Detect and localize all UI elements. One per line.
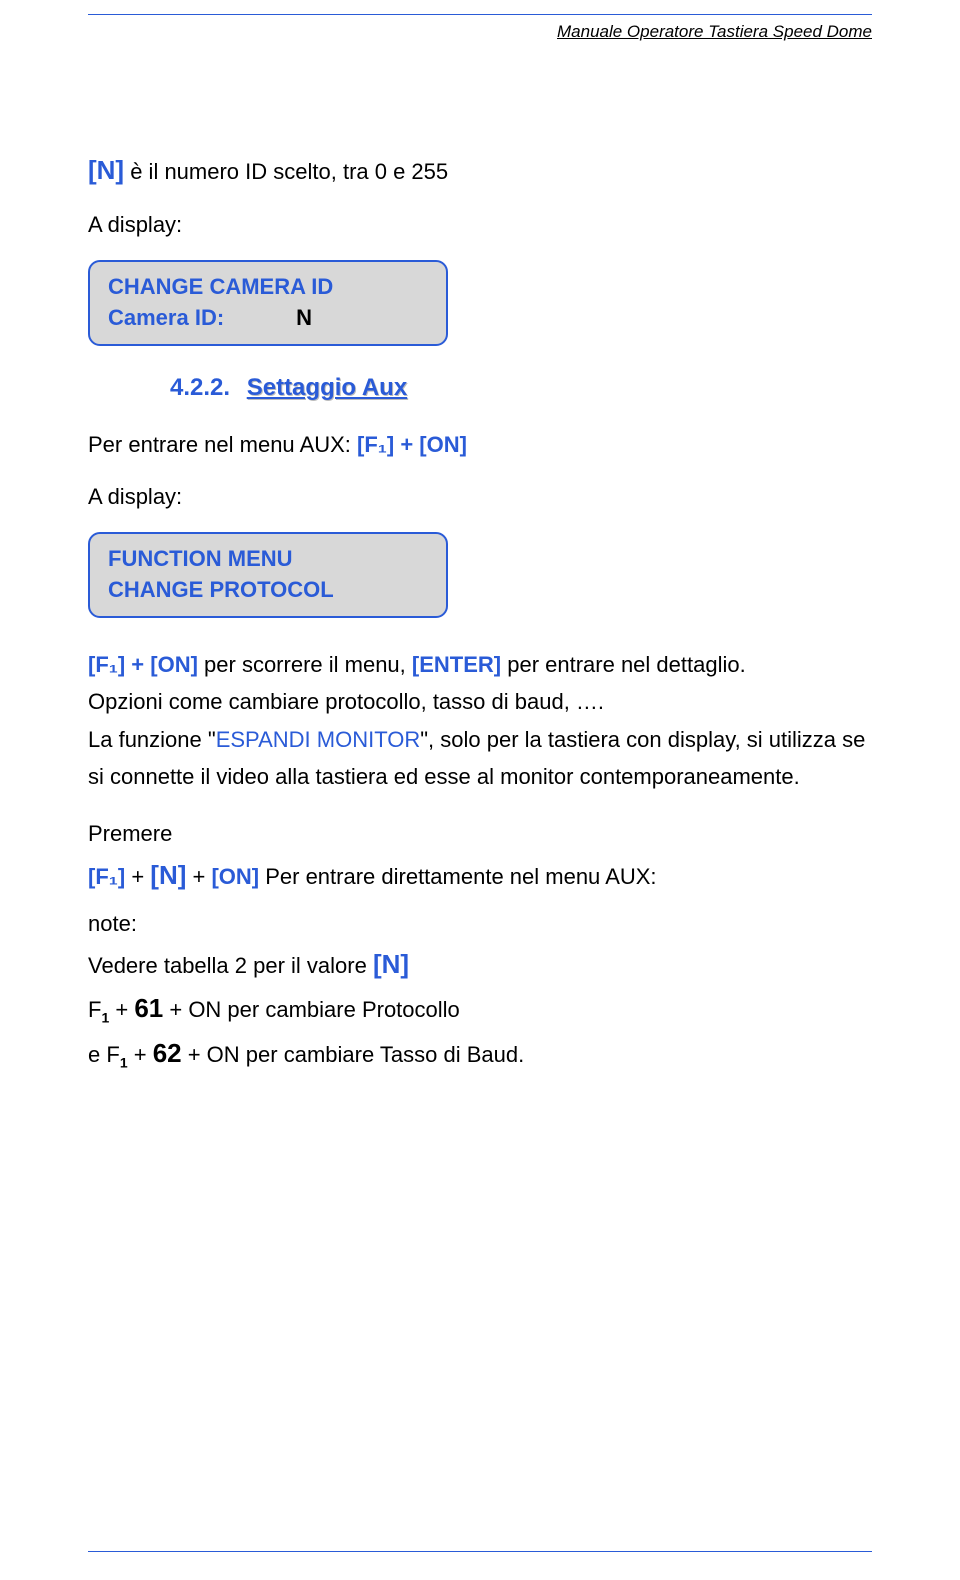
box1-label: Camera ID: (108, 305, 224, 330)
after-box-text: [F₁] + [ON] per scorrere il menu, [ENTER… (88, 646, 872, 796)
premere-heading: Premere (88, 815, 872, 852)
aux-pre: Per entrare nel menu AUX: (88, 432, 357, 457)
cmd-enter: [ENTER] (412, 652, 501, 677)
box2-line2: CHANGE PROTOCOL (108, 575, 428, 606)
p-l3num: 61 (134, 993, 163, 1023)
cmd-f1on: [F₁] + [ON] (88, 652, 198, 677)
p-l3a: F (88, 997, 101, 1022)
ab1-rest: per scorrere il menu, (198, 652, 412, 677)
document-page: Manuale Operatore Tastiera Speed Dome [N… (0, 0, 960, 1580)
ab3-a: La funzione " (88, 727, 216, 752)
premere-note: note: (88, 905, 872, 942)
n-token: [N] (88, 155, 124, 185)
ab1-rest2: per entrare nel dettaglio. (501, 652, 746, 677)
p-l4rest: + ON per cambiare Tasso di Baud. (182, 1042, 525, 1067)
ab-line3: La funzione "ESPANDI MONITOR", solo per … (88, 721, 872, 796)
p-l1-rest: Per entrare direttamente nel menu AUX: (259, 864, 656, 889)
premere-l1: [F₁] + [N] + [ON] Per entrare direttamen… (88, 853, 872, 897)
premere-l4: e F1 + 62 + ON per cambiare Tasso di Bau… (88, 1031, 872, 1075)
footer-rule (88, 1551, 872, 1552)
p-plus2: + (186, 864, 211, 889)
section-heading: 4.2.2. Settaggio Aux (170, 374, 872, 402)
a-display-1: A display: (88, 208, 872, 242)
p-n: [N] (150, 860, 186, 890)
display-box-2: FUNCTION MENU CHANGE PROTOCOL (88, 532, 448, 618)
p-l3rest: + ON per cambiare Protocollo (163, 997, 460, 1022)
p-l4pre: e (88, 1042, 106, 1067)
p-l4num: 62 (153, 1038, 182, 1068)
display-box-1: CHANGE CAMERA ID Camera ID: N (88, 260, 448, 346)
p-l2a: Vedere tabella 2 per il valore (88, 953, 373, 978)
content: [N] è il numero ID scelto, tra 0 e 255 A… (88, 0, 872, 1075)
aux-line: Per entrare nel menu AUX: [F₁] + [ON] (88, 428, 872, 462)
header-title: Manuale Operatore Tastiera Speed Dome (557, 22, 872, 42)
p-l3plus: + (109, 997, 134, 1022)
p-f1: [F₁] (88, 864, 125, 889)
intro-rest: è il numero ID scelto, tra 0 e 255 (124, 159, 448, 184)
p-l2n: [N] (373, 949, 409, 979)
premere-l3: F1 + 61 + ON per cambiare Protocollo (88, 986, 872, 1030)
box1-value: N (296, 305, 312, 330)
section-title: Settaggio Aux (247, 374, 407, 401)
intro-line: [N] è il numero ID scelto, tra 0 e 255 (88, 150, 872, 190)
section-number: 4.2.2. (170, 374, 230, 401)
p-l4sub: 1 (120, 1054, 128, 1070)
p-l4a: F (106, 1042, 119, 1067)
p-plus1: + (125, 864, 150, 889)
premere-l2: Vedere tabella 2 per il valore [N] (88, 942, 872, 986)
header-rule (88, 14, 872, 15)
p-l4plus: + (128, 1042, 153, 1067)
p-on: [ON] (211, 864, 259, 889)
box1-line2: Camera ID: N (108, 303, 428, 334)
premere-block: Premere [F₁] + [N] + [ON] Per entrare di… (88, 815, 872, 1075)
a-display-2: A display: (88, 480, 872, 514)
box2-line1: FUNCTION MENU (108, 544, 428, 575)
espandi-monitor: ESPANDI MONITOR (216, 727, 421, 752)
box1-line1: CHANGE CAMERA ID (108, 272, 428, 303)
ab-line2: Opzioni come cambiare protocollo, tasso … (88, 683, 872, 720)
ab-line1: [F₁] + [ON] per scorrere il menu, [ENTER… (88, 646, 872, 683)
aux-cmd: [F₁] + [ON] (357, 432, 467, 457)
